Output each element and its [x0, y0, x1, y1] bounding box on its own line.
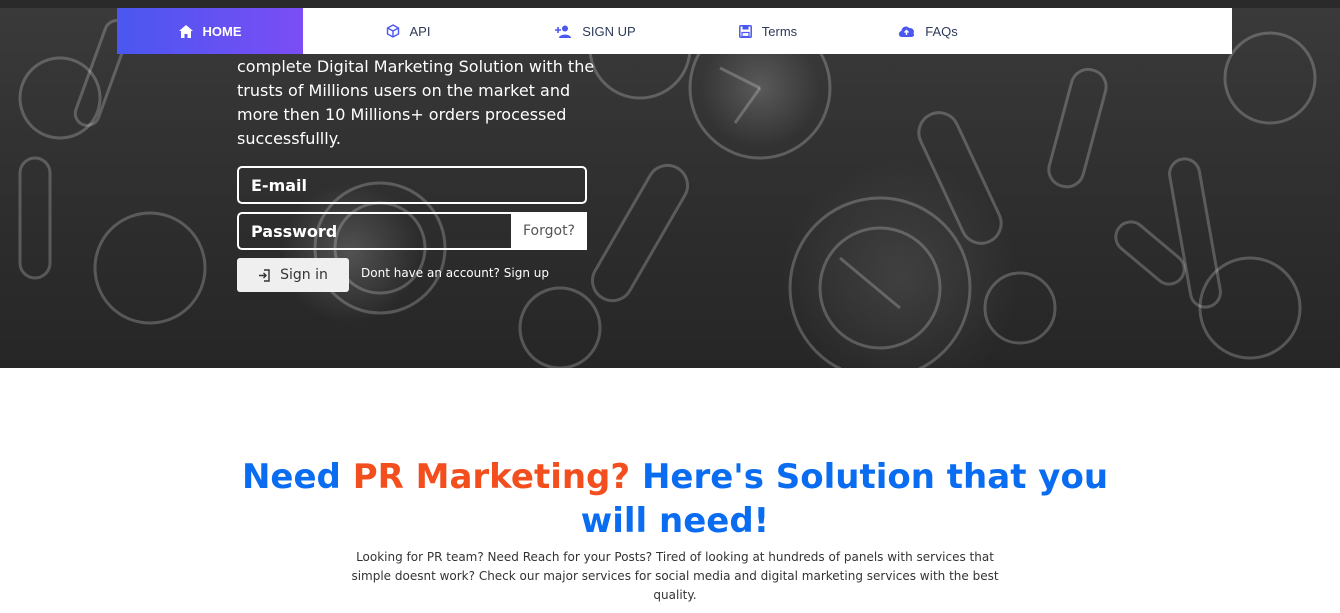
password-field[interactable]: Password [237, 212, 512, 250]
cloud-upload-icon [899, 26, 915, 37]
top-strip [0, 0, 1340, 8]
home-icon [178, 24, 193, 38]
hero-section [0, 8, 1340, 368]
nav-faqs[interactable]: FAQs [858, 8, 998, 54]
section-body: Looking for PR team? Need Reach for your… [351, 550, 999, 602]
save-disk-icon [738, 24, 752, 38]
sign-up-link[interactable]: Sign up [504, 266, 549, 280]
main-navbar: HOME API SIGN UP Terms FAQs [117, 8, 1232, 54]
headline-part2: Here's Solution that you will need! [580, 457, 1109, 541]
nav-home-label: HOME [202, 23, 242, 39]
cube-icon [386, 24, 399, 38]
nav-api-label: API [409, 23, 431, 39]
nav-faqs-label: FAQs [925, 23, 958, 39]
add-user-icon [555, 25, 572, 38]
sign-in-label: Sign in [280, 267, 328, 283]
section-headline: Need PR Marketing? Here's Solution that … [230, 455, 1120, 543]
email-field[interactable]: E-mail [237, 166, 587, 204]
forgot-password-link[interactable]: Forgot? [511, 212, 587, 250]
nav-home[interactable]: HOME [117, 8, 303, 54]
sign-in-icon [259, 268, 270, 282]
headline-part1: Need [241, 457, 353, 497]
no-account-text: Dont have an account? Sign up [361, 266, 549, 280]
hero-background-pattern [18, 8, 1317, 368]
hero-description: complete Digital Marketing Solution with… [237, 57, 595, 148]
nav-terms[interactable]: Terms [678, 8, 858, 54]
sign-in-button[interactable]: Sign in [237, 258, 349, 292]
headline-accent: PR Marketing? [352, 457, 631, 497]
nav-terms-label: Terms [761, 23, 798, 39]
password-placeholder: Password [251, 221, 338, 241]
nav-api[interactable]: API [303, 8, 513, 54]
email-placeholder: E-mail [251, 175, 308, 195]
nav-signup[interactable]: SIGN UP [513, 8, 678, 54]
nav-signup-label: SIGN UP [582, 23, 636, 39]
no-account-label: Dont have an account? [361, 266, 500, 280]
